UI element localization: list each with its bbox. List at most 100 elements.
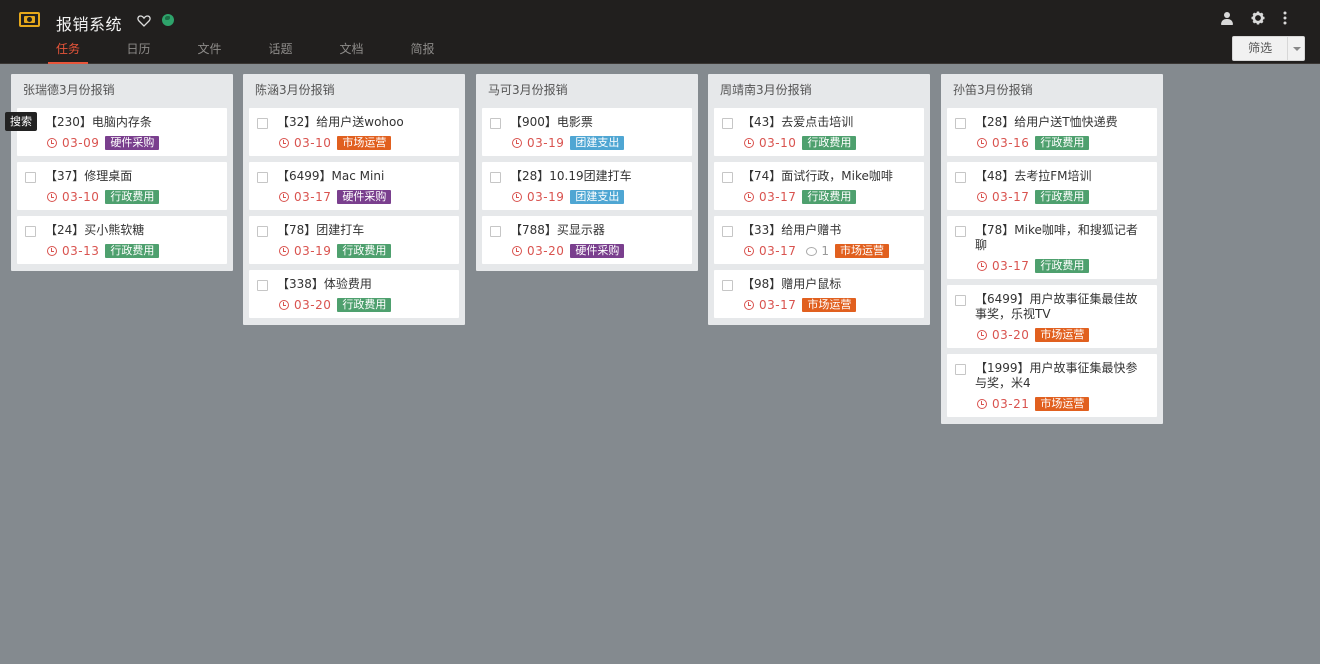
task-card[interactable]: 【230】电脑内存条 03-09 硬件采购 [17, 108, 227, 156]
task-meta: 03-17 市场运营 [722, 298, 916, 312]
task-checkbox[interactable] [955, 226, 966, 237]
task-column: 周靖南3月份报销 【43】去爱点击培训 03-10 行政费用 【74】面试行政，Mike… [708, 74, 930, 325]
task-card[interactable]: 【33】给用户赠书 03-17 1 市场运营 [714, 216, 924, 264]
task-card[interactable]: 【32】给用户送wohoo 03-10 市场运营 [249, 108, 459, 156]
task-checkbox[interactable] [722, 226, 733, 237]
task-card[interactable]: 【37】修理桌面 03-10 行政费用 [17, 162, 227, 210]
card-header: 【788】买显示器 [490, 223, 684, 238]
task-checkbox[interactable] [490, 226, 501, 237]
category-tag: 行政费用 [337, 298, 392, 312]
gear-icon[interactable] [1251, 11, 1265, 27]
clock-icon [977, 138, 987, 148]
card-header: 【338】体验费用 [257, 277, 451, 292]
heart-icon[interactable] [137, 14, 151, 28]
task-card[interactable]: 【1999】用户故事征集最快参与奖，米4 03-21 市场运营 [947, 354, 1157, 417]
task-card[interactable]: 【48】去考拉FM培训 03-17 行政费用 [947, 162, 1157, 210]
category-tag: 行政费用 [105, 244, 160, 258]
task-checkbox[interactable] [257, 226, 268, 237]
task-checkbox[interactable] [955, 295, 966, 306]
globe-icon[interactable] [162, 14, 174, 26]
task-meta: 03-19 团建支出 [490, 136, 684, 150]
task-checkbox[interactable] [490, 118, 501, 129]
task-card[interactable]: 【98】赠用户鼠标 03-17 市场运营 [714, 270, 924, 318]
task-card[interactable]: 【24】买小熊软糖 03-13 行政费用 [17, 216, 227, 264]
task-title: 【6499】Mac Mini [277, 169, 385, 183]
task-checkbox[interactable] [722, 118, 733, 129]
task-card[interactable]: 【338】体验费用 03-20 行政费用 [249, 270, 459, 318]
task-checkbox[interactable] [955, 364, 966, 375]
clock-icon [744, 138, 754, 148]
tab-bar: 任务 日历 文件 话题 文档 简报 [48, 40, 458, 64]
due-date: 03-17 [992, 259, 1030, 273]
task-checkbox[interactable] [257, 172, 268, 183]
task-checkbox[interactable] [722, 280, 733, 291]
clock-icon [744, 246, 754, 256]
task-checkbox[interactable] [722, 172, 733, 183]
task-card[interactable]: 【78】Mike咖啡，和搜狐记者聊 03-17 行政费用 [947, 216, 1157, 279]
column-title: 张瑞德3月份报销 [23, 83, 115, 97]
task-title: 【98】赠用户鼠标 [742, 277, 842, 291]
chevron-down-icon[interactable] [1288, 37, 1304, 60]
task-column: 马可3月份报销 【900】电影票 03-19 团建支出 【28】10.19团建打车 03-… [476, 74, 698, 271]
clock-icon [744, 192, 754, 202]
task-card[interactable]: 【900】电影票 03-19 团建支出 [482, 108, 692, 156]
task-title: 【78】团建打车 [277, 223, 365, 237]
clock-icon [47, 138, 57, 148]
tab-topics[interactable]: 话题 [245, 40, 316, 64]
task-checkbox[interactable] [490, 172, 501, 183]
category-tag: 行政费用 [1035, 259, 1090, 273]
tab-reports[interactable]: 简报 [387, 40, 458, 64]
due-date: 03-20 [527, 244, 565, 258]
task-meta: 03-20 行政费用 [257, 298, 451, 312]
due-date: 03-19 [527, 190, 565, 204]
task-card[interactable]: 【6499】用户故事征集最佳故事奖，乐视TV 03-20 市场运营 [947, 285, 1157, 348]
task-checkbox[interactable] [257, 118, 268, 129]
task-card[interactable]: 【6499】Mac Mini 03-17 硬件采购 [249, 162, 459, 210]
task-checkbox[interactable] [955, 172, 966, 183]
task-column: 陈涵3月份报销 【32】给用户送wohoo 03-10 市场运营 【6499】Mac M… [243, 74, 465, 325]
category-tag: 市场运营 [835, 244, 890, 258]
card-header: 【1999】用户故事征集最快参与奖，米4 [955, 361, 1149, 391]
tab-files[interactable]: 文件 [174, 40, 245, 64]
task-title: 【900】电影票 [510, 115, 593, 129]
category-tag: 硬件采购 [570, 244, 625, 258]
filter-button[interactable]: 筛选 [1233, 37, 1289, 60]
clock-icon [279, 138, 289, 148]
task-card[interactable]: 【74】面试行政，Mike咖啡 03-17 行政费用 [714, 162, 924, 210]
category-tag: 行政费用 [802, 190, 857, 204]
money-icon[interactable] [19, 12, 40, 27]
task-meta: 03-09 硬件采购 [25, 136, 219, 150]
task-title: 【32】给用户送wohoo [277, 115, 404, 129]
tab-calendar[interactable]: 日历 [103, 40, 174, 64]
tab-tasks[interactable]: 任务 [48, 40, 88, 64]
card-header: 【48】去考拉FM培训 [955, 169, 1149, 184]
clock-icon [977, 261, 987, 271]
card-header: 【74】面试行政，Mike咖啡 [722, 169, 916, 184]
task-meta: 03-10 行政费用 [722, 136, 916, 150]
task-meta: 03-10 市场运营 [257, 136, 451, 150]
task-checkbox[interactable] [25, 172, 36, 183]
clock-icon [977, 399, 987, 409]
card-header: 【28】给用户送T恤快递费 [955, 115, 1149, 130]
card-header: 【900】电影票 [490, 115, 684, 130]
task-title: 【43】去爱点击培训 [742, 115, 854, 129]
task-meta: 03-20 市场运营 [955, 328, 1149, 342]
clock-icon [977, 192, 987, 202]
tab-docs[interactable]: 文档 [316, 40, 387, 64]
due-date: 03-17 [759, 298, 797, 312]
task-card[interactable]: 【28】给用户送T恤快递费 03-16 行政费用 [947, 108, 1157, 156]
due-date: 03-17 [759, 244, 797, 258]
task-card[interactable]: 【43】去爱点击培训 03-10 行政费用 [714, 108, 924, 156]
column-title: 孙笛3月份报销 [953, 83, 1033, 97]
task-card[interactable]: 【28】10.19团建打车 03-19 团建支出 [482, 162, 692, 210]
due-date: 03-10 [759, 136, 797, 150]
task-card[interactable]: 【78】团建打车 03-19 行政费用 [249, 216, 459, 264]
task-card[interactable]: 【788】买显示器 03-20 硬件采购 [482, 216, 692, 264]
task-checkbox[interactable] [25, 226, 36, 237]
task-meta: 03-19 团建支出 [490, 190, 684, 204]
more-icon[interactable] [1282, 11, 1296, 27]
user-icon[interactable] [1220, 11, 1234, 27]
task-meta: 03-17 行政费用 [955, 190, 1149, 204]
task-checkbox[interactable] [955, 118, 966, 129]
task-checkbox[interactable] [257, 280, 268, 291]
